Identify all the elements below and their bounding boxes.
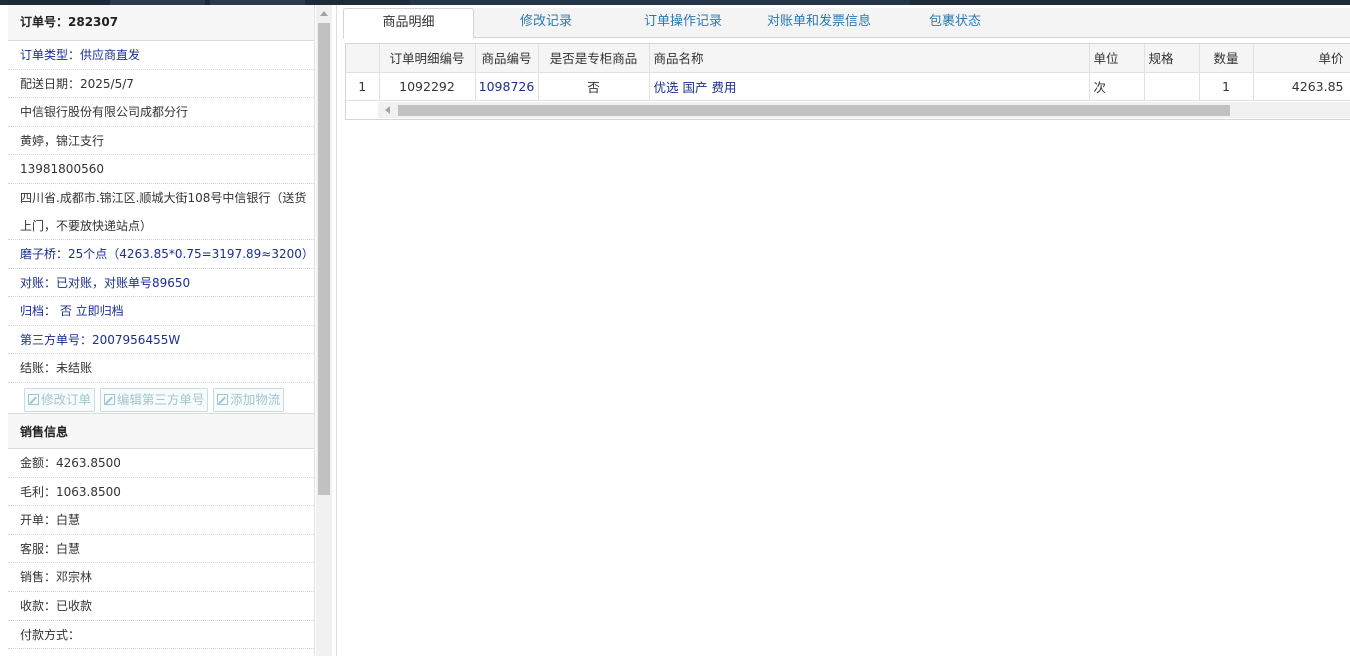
scrollbar-thumb[interactable] bbox=[318, 23, 330, 495]
scroll-left-arrow-icon[interactable] bbox=[385, 106, 390, 114]
detail-tabs: 商品明细 修改记录 订单操作记录 对账单和发票信息 包裹状态 bbox=[343, 8, 1350, 39]
col-header-unit-price[interactable]: 单价 bbox=[1253, 44, 1350, 73]
customer-company: 中信银行股份有限公司成都分行 bbox=[8, 98, 314, 127]
cell-product-name-link[interactable]: 优选 国产 费用 bbox=[649, 72, 1090, 101]
table-header-row: 订单明细编号 商品编号 是否是专柜商品 商品名称 单位 规格 数量 单价 bbox=[346, 44, 1350, 73]
tab-package-status[interactable]: 包裹状态 bbox=[895, 8, 1015, 38]
col-header-unit[interactable]: 单位 bbox=[1089, 44, 1145, 73]
col-header-index bbox=[346, 44, 380, 73]
scrollbar-thumb[interactable] bbox=[398, 105, 1230, 116]
tab-operation-log[interactable]: 订单操作记录 bbox=[623, 8, 743, 38]
left-panel-scrollbar[interactable] bbox=[316, 5, 332, 656]
cell-counter-product: 否 bbox=[538, 72, 650, 101]
delivery-address: 四川省.成都市.锦江区.顺城大街108号中信银行（送货上门，不要放快递站点） bbox=[8, 184, 314, 240]
cell-index: 1 bbox=[346, 72, 380, 101]
sales-seller: 销售：邓宗林 bbox=[8, 563, 314, 592]
cell-unit-price: 4263.85 bbox=[1253, 72, 1350, 101]
sales-issuer: 开单：白慧 bbox=[8, 506, 314, 535]
tab-statement-invoice[interactable]: 对账单和发票信息 bbox=[755, 8, 883, 38]
col-header-spec[interactable]: 规格 bbox=[1144, 44, 1200, 73]
edit-icon bbox=[28, 393, 39, 405]
sales-payment-method: 付款方式： bbox=[8, 621, 314, 650]
settle-status: 结账：未结账 bbox=[8, 354, 314, 383]
order-number: 订单号：282307 bbox=[8, 5, 314, 41]
add-logistics-label: 添加物流 bbox=[230, 391, 281, 407]
sales-payment: 收款：已收款 bbox=[8, 592, 314, 621]
sales-amount: 金额：4263.8500 bbox=[8, 449, 314, 478]
edit-icon bbox=[103, 393, 115, 405]
third-party-number: 第三方单号：2007956455W bbox=[8, 326, 314, 355]
edit-order-label: 修改订单 bbox=[41, 391, 92, 407]
tab-product-details[interactable]: 商品明细 bbox=[343, 8, 474, 39]
cell-detail-number: 1092292 bbox=[379, 72, 476, 101]
panel-divider bbox=[336, 5, 337, 656]
order-note: 磨子桥：25个点（4263.85*0.75=3197.89≈3200） bbox=[8, 240, 314, 269]
edit-third-party-label: 编辑第三方单号 bbox=[116, 391, 205, 407]
order-info-panel: 订单号：282307 订单类型：供应商直发 配送日期：2025/5/7 中信银行… bbox=[8, 5, 315, 656]
reconcile-status[interactable]: 对账：已对账，对账单号89650 bbox=[8, 269, 314, 298]
top-strip-segment bbox=[410, 0, 910, 5]
sales-info-title: 销售信息 bbox=[8, 412, 314, 449]
col-header-product-number[interactable]: 商品编号 bbox=[475, 44, 539, 73]
col-header-product-name[interactable]: 商品名称 bbox=[649, 44, 1090, 73]
archive-status[interactable]: 归档： 否 立即归档 bbox=[8, 297, 314, 326]
order-type: 订单类型：供应商直发 bbox=[8, 41, 314, 70]
sales-profit: 毛利：1063.8500 bbox=[8, 478, 314, 507]
edit-order-button[interactable]: 修改订单 bbox=[24, 387, 96, 412]
table-horizontal-scrollbar[interactable] bbox=[378, 102, 1350, 118]
delivery-date: 配送日期：2025/5/7 bbox=[8, 70, 314, 99]
customer-phone: 13981800560 bbox=[8, 155, 314, 184]
col-header-quantity[interactable]: 数量 bbox=[1199, 44, 1254, 73]
scroll-up-arrow-icon[interactable] bbox=[320, 11, 328, 16]
cell-unit: 次 bbox=[1089, 72, 1145, 101]
col-header-counter-product[interactable]: 是否是专柜商品 bbox=[538, 44, 650, 73]
edit-third-party-button[interactable]: 编辑第三方单号 bbox=[99, 387, 209, 412]
add-logistics-button[interactable]: 添加物流 bbox=[213, 387, 285, 412]
tab-change-log[interactable]: 修改记录 bbox=[486, 8, 606, 38]
table-row[interactable]: 1 1092292 1098726 否 优选 国产 费用 次 1 4263.85 bbox=[346, 72, 1350, 101]
order-actions: 修改订单 编辑第三方单号 添加物流 bbox=[8, 383, 314, 413]
cell-product-number-link[interactable]: 1098726 bbox=[475, 72, 539, 101]
sales-service: 客服：白慧 bbox=[8, 535, 314, 564]
customer-contact: 黄婷，锦江支行 bbox=[8, 127, 314, 156]
cell-quantity: 1 bbox=[1199, 72, 1254, 101]
col-header-detail-number[interactable]: 订单明细编号 bbox=[379, 44, 476, 73]
edit-icon bbox=[217, 393, 229, 405]
product-table: 订单明细编号 商品编号 是否是专柜商品 商品名称 单位 规格 数量 单价 1 1… bbox=[345, 43, 1350, 120]
cell-spec bbox=[1144, 72, 1200, 101]
